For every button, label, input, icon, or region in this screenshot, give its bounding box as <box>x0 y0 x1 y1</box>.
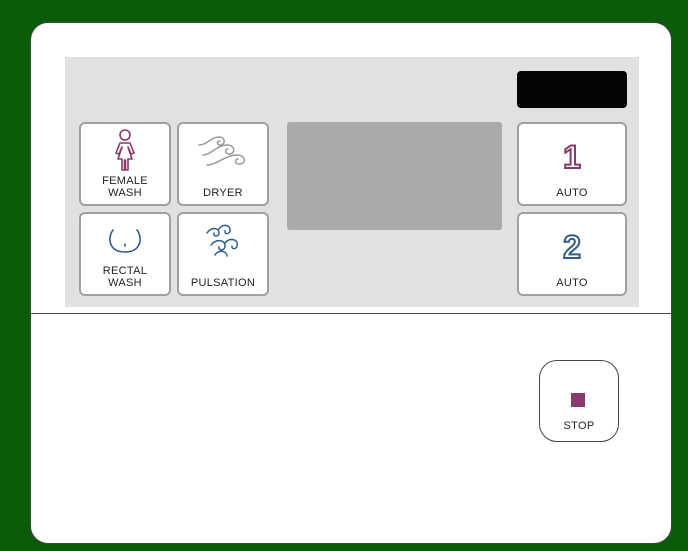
stop-square-icon <box>571 393 585 407</box>
female-wash-button[interactable]: FEMALE WASH <box>79 122 171 206</box>
pulse-swirl-icon <box>179 218 267 264</box>
auto-1-label: AUTO <box>556 187 588 199</box>
rectal-wash-label-line1: RECTAL <box>102 265 148 277</box>
auto-1-button[interactable]: 1 AUTO <box>517 122 627 206</box>
female-wash-label-line2: WASH <box>108 187 142 199</box>
rectal-icon <box>81 218 169 264</box>
rectal-wash-label-line2: WASH <box>108 277 142 289</box>
lcd-display <box>287 122 502 230</box>
panel-divider <box>31 313 671 314</box>
pulsation-label: PULSATION <box>190 277 256 289</box>
stop-button[interactable]: STOP <box>539 360 619 442</box>
auto-2-label: AUTO <box>556 277 588 289</box>
auto-1-number: 1 <box>562 139 582 175</box>
auto-2-button[interactable]: 2 AUTO <box>517 212 627 296</box>
auto-2-number: 2 <box>562 229 582 265</box>
air-swirl-icon <box>179 128 267 174</box>
remote-control-panel: FEMALE WASH DRYER RECTAL WASH PULSATION … <box>30 22 672 544</box>
pulsation-button[interactable]: PULSATION <box>177 212 269 296</box>
status-display <box>517 71 627 108</box>
dryer-button[interactable]: DRYER <box>177 122 269 206</box>
female-wash-label-line1: FEMALE <box>102 175 148 187</box>
control-tray: FEMALE WASH DRYER RECTAL WASH PULSATION … <box>65 57 639 307</box>
dryer-label: DRYER <box>203 187 243 199</box>
rectal-wash-button[interactable]: RECTAL WASH <box>79 212 171 296</box>
stop-label: STOP <box>563 420 595 432</box>
female-figure-icon <box>81 128 169 174</box>
